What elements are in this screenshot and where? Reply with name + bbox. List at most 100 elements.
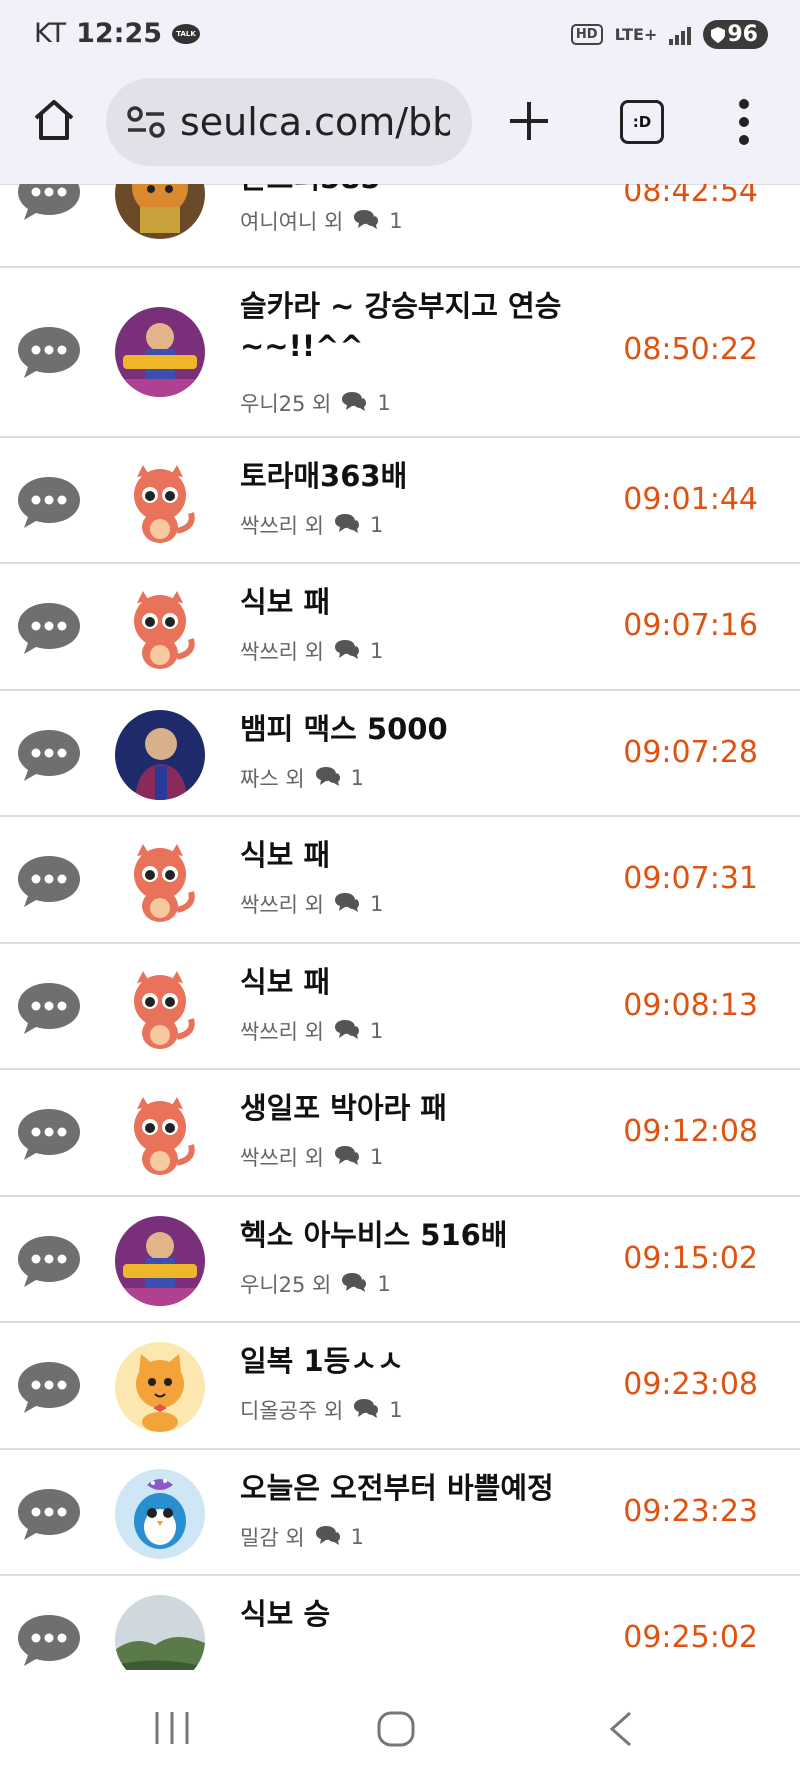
comment-icon [353, 1397, 379, 1424]
avatar[interactable] [115, 1342, 205, 1432]
navigation-bar [0, 1670, 800, 1778]
avatar[interactable] [115, 710, 205, 800]
post-title[interactable]: 생일포 박아라 패 [240, 1088, 570, 1128]
post-title[interactable]: 헥소 아누비스 516배 [240, 1215, 570, 1255]
comment-icon [334, 1018, 360, 1045]
post-time: 08:50:22 [623, 332, 758, 367]
post-time: 09:01:44 [623, 482, 758, 517]
post-title[interactable]: 식보 패 [240, 835, 570, 875]
comment-count: 1 [377, 391, 391, 415]
comment-icon [334, 891, 360, 918]
status-left: KT 12:25 TALK [34, 18, 201, 49]
post-time: 08:42:54 [623, 184, 758, 209]
battery-level: 96 [727, 22, 758, 47]
post-meta: 디올공주 외 1 [240, 1395, 403, 1425]
list-item[interactable]: 식보 패싹쓰리 외 1 09:07:31 [0, 817, 800, 944]
avatar[interactable] [115, 1216, 205, 1306]
post-meta: 싹쓰리 외 1 [240, 636, 383, 666]
post-meta: 싹쓰리 외 1 [240, 889, 383, 919]
chat-bubble-icon [16, 1612, 82, 1668]
list-item[interactable]: 식보 승 09:25:02 [0, 1576, 800, 1670]
comment-count: 1 [369, 892, 384, 916]
author-label: 우니25 외 [240, 1273, 332, 1297]
post-title[interactable]: 몬스터585 [240, 184, 570, 198]
list-item[interactable]: 슬카라 ~ 강승부지고 연승 ~~!!^^ 우니25 외 1 08:50:22 [0, 268, 800, 438]
comment-count: 1 [389, 1398, 403, 1422]
comment-icon [341, 1271, 367, 1298]
chat-bubble-icon [16, 1106, 82, 1162]
chat-bubble-icon [16, 1359, 82, 1415]
address-bar[interactable]: seulca.com/bbs [106, 78, 472, 166]
avatar[interactable] [115, 963, 205, 1053]
comment-count: 1 [369, 1019, 384, 1043]
battery-indicator: 96 [703, 20, 768, 49]
list-item[interactable]: 헥소 아누비스 516배 우니25 외 1 09:15:02 [0, 1197, 800, 1323]
post-title[interactable]: 식보 승 [240, 1594, 570, 1634]
list-item[interactable]: 일복 1등ㅅㅅ 디올공주 외 1 09:23:08 [0, 1323, 800, 1450]
list-item[interactable]: 토라매363배 싹쓰리 외 1 09:01:44 [0, 438, 800, 564]
list-item[interactable]: 식보 패싹쓰리 외 1 09:07:16 [0, 564, 800, 691]
status-bar: KT 12:25 TALK HD LTE+ 96 [0, 0, 800, 74]
comment-count: 1 [350, 766, 365, 790]
post-time: 09:12:08 [623, 1114, 758, 1149]
home-icon[interactable] [32, 98, 76, 142]
post-title[interactable]: 슬카라 ~ 강승부지고 연승 ~~!!^^ [240, 286, 570, 366]
avatar[interactable] [115, 836, 205, 926]
post-title[interactable]: 뱀피 맥스 5000 [240, 709, 570, 749]
comment-count: 1 [350, 1525, 365, 1549]
author-label: 싹쓰리 외 [240, 1020, 324, 1044]
avatar[interactable] [115, 1469, 205, 1559]
carrier-label: KT [34, 18, 67, 49]
post-meta: 여니여니 외 1 [240, 206, 403, 236]
comment-icon [334, 512, 360, 539]
avatar[interactable] [115, 457, 205, 547]
post-title[interactable]: 토라매363배 [240, 456, 570, 496]
post-meta: 짜스 외 1 [240, 763, 364, 793]
post-time: 09:25:02 [623, 1620, 758, 1655]
post-time: 09:07:31 [623, 861, 758, 896]
more-menu-icon[interactable] [738, 98, 750, 146]
avatar[interactable] [115, 307, 205, 397]
list-item[interactable]: 몬스터585 여니여니 외 1 08:42:54 [0, 184, 800, 268]
list-item[interactable]: 오늘은 오전부터 바쁠예정 밀감 외 1 09:23:23 [0, 1450, 800, 1576]
comment-count: 1 [369, 513, 384, 537]
comment-count: 1 [377, 1272, 391, 1296]
chat-bubble-icon [16, 853, 82, 909]
comment-count: 1 [389, 209, 403, 233]
lte-icon: LTE+ [614, 24, 658, 44]
avatar[interactable] [115, 1089, 205, 1179]
post-title[interactable]: 식보 패 [240, 582, 570, 622]
hd-voice-icon: HD [570, 24, 603, 45]
new-tab-icon[interactable] [504, 96, 554, 146]
chat-bubble-icon [16, 1486, 82, 1542]
home-nav-icon[interactable] [376, 1710, 416, 1748]
list-item[interactable]: 식보 패 싹쓰리 외 1 09:08:13 [0, 944, 800, 1070]
recent-apps-icon[interactable] [152, 1710, 192, 1746]
post-title[interactable]: 식보 패 [240, 962, 570, 1002]
post-time: 09:07:16 [623, 608, 758, 643]
site-settings-icon[interactable] [126, 105, 166, 139]
signal-icon [669, 25, 692, 45]
chat-bubble-icon [16, 474, 82, 530]
post-meta: 우니25 외 1 [240, 388, 391, 418]
back-icon[interactable] [606, 1710, 636, 1748]
comment-count: 1 [369, 639, 384, 663]
comment-icon [341, 390, 367, 417]
list-item[interactable]: 뱀피 맥스 5000 짜스 외 1 09:07:28 [0, 691, 800, 817]
comment-icon [334, 638, 360, 665]
avatar[interactable] [115, 1595, 205, 1670]
post-title[interactable]: 일복 1등ㅅㅅ [240, 1341, 570, 1381]
shield-icon [711, 26, 726, 43]
post-time: 09:23:23 [623, 1494, 758, 1529]
kakaotalk-icon: TALK [172, 23, 201, 44]
post-time: 09:23:08 [623, 1367, 758, 1402]
tab-switcher-button[interactable]: :D [620, 100, 664, 144]
post-title[interactable]: 오늘은 오전부터 바쁠예정 [240, 1468, 570, 1508]
avatar[interactable] [115, 583, 205, 673]
author-label: 여니여니 외 [240, 210, 344, 234]
author-label: 싹쓰리 외 [240, 640, 324, 664]
author-label: 디올공주 외 [240, 1399, 344, 1423]
list-item[interactable]: 생일포 박아라 패 싹쓰리 외 1 09:12:08 [0, 1070, 800, 1197]
avatar[interactable] [115, 184, 205, 239]
comment-icon [315, 765, 341, 792]
